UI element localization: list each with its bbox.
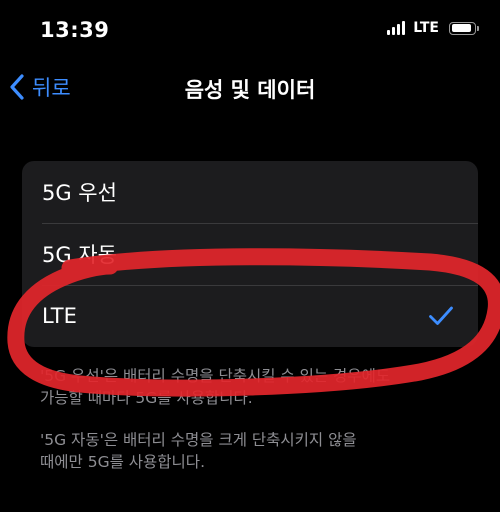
option-5g-auto[interactable]: 5G 자동 [22, 223, 478, 285]
status-time: 13:39 [40, 18, 110, 42]
option-lte[interactable]: LTE [22, 285, 478, 347]
network-type: LTE [413, 20, 439, 36]
voice-data-options-list: 5G 우선 5G 자동 LTE [22, 161, 478, 347]
battery-level-fill [451, 24, 471, 32]
navigation-bar: 뒤로 음성 및 데이터 [0, 60, 500, 116]
cellular-signal-icon [387, 21, 406, 35]
option-5g-preferred[interactable]: 5G 우선 [22, 161, 478, 223]
footer-5g-preferred-description: '5G 우선'은 배터리 수명을 단축시킬 수 있는 경우에도 가능할 때마다 … [40, 365, 470, 409]
option-label: LTE [42, 304, 77, 328]
option-label: 5G 우선 [42, 181, 117, 205]
page-title: 음성 및 데이터 [184, 78, 316, 102]
footer-line: 가능할 때마다 5G를 사용합니다. [40, 389, 253, 407]
footer-line: '5G 우선'은 배터리 수명을 단축시킬 수 있는 경우에도 [40, 367, 391, 385]
footer-line: '5G 자동'은 배터리 수명을 크게 단축시키지 않을 [40, 431, 357, 449]
status-indicators: LTE [387, 20, 479, 36]
footer-line: 때에만 5G를 사용합니다. [40, 453, 205, 471]
status-bar: 13:39 LTE [0, 0, 500, 60]
option-label: 5G 자동 [42, 243, 117, 267]
checkmark-icon [429, 306, 453, 325]
footer-5g-auto-description: '5G 자동'은 배터리 수명을 크게 단축시키지 않을 때에만 5G를 사용합… [40, 429, 470, 473]
battery-icon [449, 21, 479, 35]
